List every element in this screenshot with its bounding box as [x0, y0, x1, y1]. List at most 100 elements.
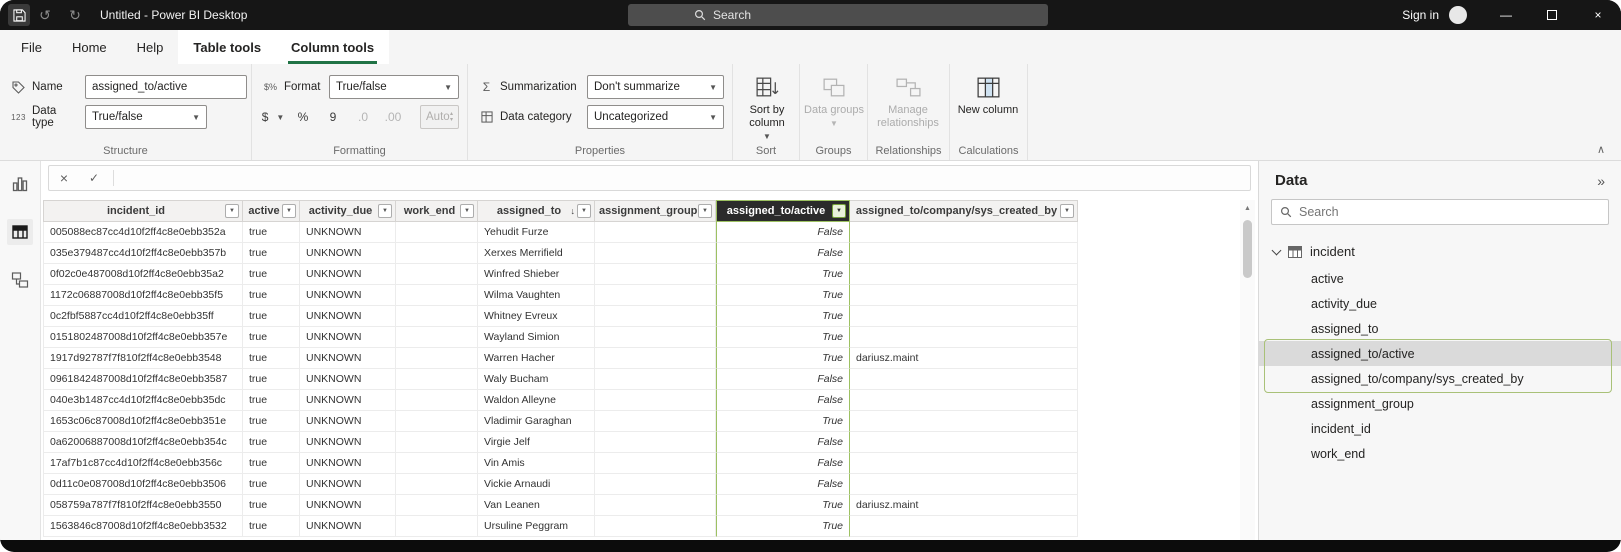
cell-work_end[interactable] [396, 285, 478, 306]
cell-activity_due[interactable]: UNKNOWN [300, 495, 396, 516]
cell-incident_id[interactable]: 1172c06887008d10f2ff4c8e0ebb35f5 [43, 285, 243, 306]
field-search-input[interactable] [1299, 205, 1600, 219]
cell-work_end[interactable] [396, 432, 478, 453]
cell-assignment_group[interactable] [595, 516, 716, 537]
cell-assigned_to/company/sys_created_by[interactable] [850, 411, 1078, 432]
field-activity_due[interactable]: activity_due [1259, 291, 1621, 316]
cell-incident_id[interactable]: 035e379487cc4d10f2ff4c8e0ebb357b [43, 243, 243, 264]
format-dropdown[interactable]: True/false ▼ [329, 75, 459, 99]
report-view-button[interactable] [7, 171, 33, 197]
cell-assigned_to/company/sys_created_by[interactable] [850, 390, 1078, 411]
cell-incident_id[interactable]: 0f02c0e487008d10f2ff4c8e0ebb35a2 [43, 264, 243, 285]
cell-assigned_to/company/sys_created_by[interactable]: dariusz.maint [850, 495, 1078, 516]
cell-active[interactable]: true [243, 222, 300, 243]
cell-assigned_to[interactable]: Vin Amis [478, 453, 595, 474]
tab-table-tools[interactable]: Table tools [178, 30, 276, 64]
cell-active[interactable]: true [243, 495, 300, 516]
vertical-scrollbar[interactable]: ▲ [1240, 200, 1255, 540]
column-header-assigned_to[interactable]: assigned_to↓▼ [478, 200, 595, 222]
cell-assigned_to/company/sys_created_by[interactable] [850, 453, 1078, 474]
summarization-dropdown[interactable]: Don't summarize ▼ [587, 75, 724, 99]
cell-activity_due[interactable]: UNKNOWN [300, 285, 396, 306]
field-assignment_group[interactable]: assignment_group [1259, 391, 1621, 416]
cell-assigned_to[interactable]: Van Leanen [478, 495, 595, 516]
increase-decimal-button[interactable]: .00 [382, 106, 404, 128]
cell-incident_id[interactable]: 1653c06c87008d10f2ff4c8e0ebb351e [43, 411, 243, 432]
name-input[interactable] [85, 75, 247, 99]
cell-assigned_to[interactable]: Wilma Vaughten [478, 285, 595, 306]
cell-work_end[interactable] [396, 411, 478, 432]
field-work_end[interactable]: work_end [1259, 441, 1621, 466]
column-header-assigned_to/active[interactable]: assigned_to/active▼ [716, 200, 850, 222]
expander-chevron-icon[interactable] [1272, 245, 1282, 255]
cell-assigned_to/active[interactable]: True [716, 495, 850, 516]
maximize-button[interactable] [1529, 0, 1575, 30]
cell-work_end[interactable] [396, 222, 478, 243]
titlebar-search[interactable]: Search [628, 4, 1048, 26]
collapse-pane-icon[interactable]: » [1597, 173, 1605, 189]
thousands-separator-button[interactable]: 9 [322, 106, 344, 128]
filter-dropdown-assigned_to[interactable]: ▼ [577, 204, 591, 218]
cell-assigned_to/company/sys_created_by[interactable]: dariusz.maint [850, 348, 1078, 369]
cell-assigned_to/company/sys_created_by[interactable] [850, 306, 1078, 327]
data-groups-button[interactable]: Data groups▼ [802, 72, 866, 130]
cell-assigned_to/company/sys_created_by[interactable] [850, 327, 1078, 348]
undo-button[interactable]: ↺ [30, 0, 60, 30]
cell-assignment_group[interactable] [595, 390, 716, 411]
cell-active[interactable]: true [243, 390, 300, 411]
cell-assigned_to/active[interactable]: False [716, 432, 850, 453]
cell-incident_id[interactable]: 1917d92787f7f810f2ff4c8e0ebb3548 [43, 348, 243, 369]
cell-incident_id[interactable]: 0d11c0e087008d10f2ff4c8e0ebb3506 [43, 474, 243, 495]
new-column-button[interactable]: New column [952, 72, 1024, 117]
cell-activity_due[interactable]: UNKNOWN [300, 432, 396, 453]
cell-assignment_group[interactable] [595, 348, 716, 369]
cell-activity_due[interactable]: UNKNOWN [300, 453, 396, 474]
cell-activity_due[interactable]: UNKNOWN [300, 243, 396, 264]
filter-dropdown-assigned_to/company/sys_created_by[interactable]: ▼ [1060, 204, 1074, 218]
cell-work_end[interactable] [396, 243, 478, 264]
column-header-work_end[interactable]: work_end▼ [396, 200, 478, 222]
manage-relationships-button[interactable]: Manage relationships [870, 72, 946, 130]
sign-in-button[interactable]: Sign in [1392, 8, 1449, 22]
column-header-incident_id[interactable]: incident_id▼ [43, 200, 243, 222]
cell-activity_due[interactable]: UNKNOWN [300, 264, 396, 285]
cell-assigned_to[interactable]: Warren Hacher [478, 348, 595, 369]
cell-assigned_to/active[interactable]: True [716, 306, 850, 327]
decimal-places-spinner[interactable]: Auto ▴▾ [420, 105, 459, 129]
field-assigned_to/active[interactable]: assigned_to/active [1259, 341, 1621, 366]
cell-activity_due[interactable]: UNKNOWN [300, 474, 396, 495]
cell-assignment_group[interactable] [595, 474, 716, 495]
filter-dropdown-assignment_group[interactable]: ▼ [698, 204, 712, 218]
cell-incident_id[interactable]: 0961842487008d10f2ff4c8e0ebb3587 [43, 369, 243, 390]
cell-work_end[interactable] [396, 348, 478, 369]
cell-assigned_to/company/sys_created_by[interactable] [850, 369, 1078, 390]
cell-active[interactable]: true [243, 432, 300, 453]
cell-activity_due[interactable]: UNKNOWN [300, 348, 396, 369]
cell-active[interactable]: true [243, 348, 300, 369]
cancel-formula-button[interactable]: × [49, 166, 79, 190]
cell-activity_due[interactable]: UNKNOWN [300, 327, 396, 348]
cell-assigned_to/active[interactable]: False [716, 474, 850, 495]
column-header-active[interactable]: active▼ [243, 200, 300, 222]
cell-assigned_to/active[interactable]: True [716, 516, 850, 537]
tab-column-tools[interactable]: Column tools [276, 30, 389, 64]
minimize-button[interactable]: — [1483, 0, 1529, 30]
filter-dropdown-incident_id[interactable]: ▼ [225, 204, 239, 218]
decrease-decimal-button[interactable]: .0 [352, 106, 374, 128]
cell-assignment_group[interactable] [595, 411, 716, 432]
cell-work_end[interactable] [396, 453, 478, 474]
cell-assigned_to[interactable]: Whitney Evreux [478, 306, 595, 327]
model-view-button[interactable] [7, 267, 33, 293]
cell-active[interactable]: true [243, 285, 300, 306]
cell-assigned_to[interactable]: Yehudit Furze [478, 222, 595, 243]
cell-assigned_to/active[interactable]: False [716, 369, 850, 390]
cell-assigned_to[interactable]: Winfred Shieber [478, 264, 595, 285]
cell-assigned_to[interactable]: Waly Bucham [478, 369, 595, 390]
cell-assigned_to/active[interactable]: False [716, 453, 850, 474]
cell-activity_due[interactable]: UNKNOWN [300, 222, 396, 243]
cell-activity_due[interactable]: UNKNOWN [300, 369, 396, 390]
table-node-incident[interactable]: incident [1259, 237, 1621, 266]
cell-activity_due[interactable]: UNKNOWN [300, 411, 396, 432]
cell-assigned_to/company/sys_created_by[interactable] [850, 474, 1078, 495]
tab-home[interactable]: Home [57, 30, 122, 64]
